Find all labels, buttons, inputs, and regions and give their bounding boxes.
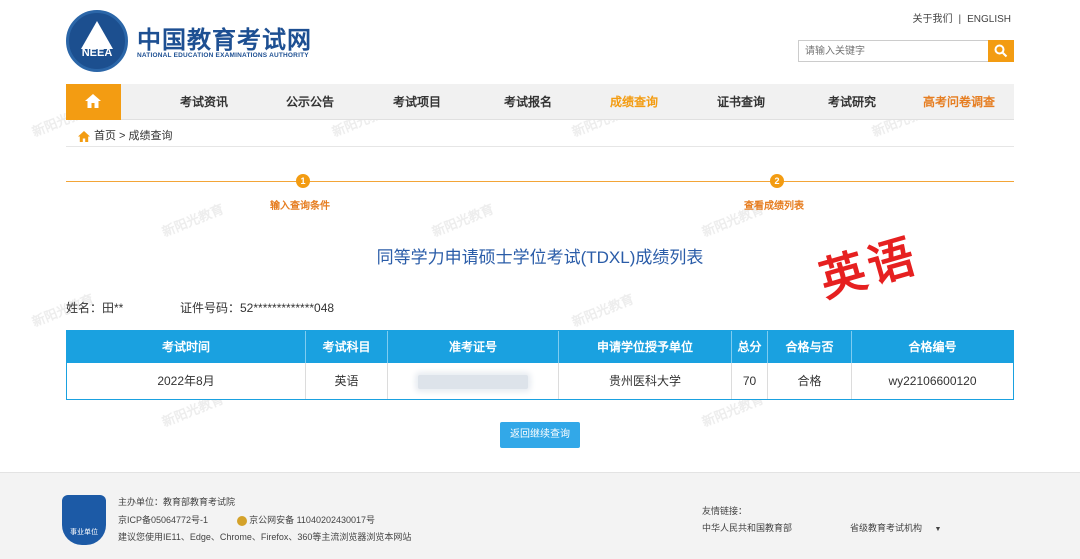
stamp-annotation: 英语 bbox=[813, 228, 925, 308]
select-label: 省级教育考试机构 bbox=[850, 523, 923, 533]
site-header: NEEA 中国教育考试网 NATIONAL EDUCATION EXAMINAT… bbox=[0, 0, 1080, 84]
provincial-agency-select[interactable]: 省级教育考试机构 ▼ bbox=[850, 521, 941, 534]
nav-home-button[interactable] bbox=[66, 84, 121, 120]
search-icon bbox=[994, 44, 1008, 58]
footer-host: 主办单位：教育部教育考试院 bbox=[118, 497, 236, 507]
header-divider bbox=[66, 146, 1014, 147]
home-icon bbox=[78, 130, 90, 142]
nav-item-exam-news[interactable]: 考试资讯 bbox=[180, 84, 228, 120]
column-header: 申请学位授予单位 bbox=[559, 331, 732, 363]
top-links-separator: | bbox=[958, 14, 962, 25]
friend-links-label: 友情链接： bbox=[702, 506, 748, 516]
police-link[interactable]: 京公网安备 11040202430017号 bbox=[249, 515, 375, 525]
site-subtitle: NATIONAL EDUCATION EXAMINATIONS AUTHORIT… bbox=[137, 52, 309, 59]
site-footer: 事业单位 主办单位：教育部教育考试院 京ICP备05064772号-1 京公网安… bbox=[0, 472, 1080, 559]
cell-exam-subject: 英语 bbox=[306, 363, 388, 399]
footer-icp-line: 京ICP备05064772号-1 京公网安备 11040202430017号 bbox=[118, 513, 375, 526]
step-label-1: 输入查询条件 bbox=[270, 201, 330, 212]
watermark-text: 新阳光教育 bbox=[569, 291, 636, 330]
step-number-2: 2 bbox=[770, 174, 784, 188]
home-icon bbox=[85, 94, 101, 108]
nav-item-exam-registration[interactable]: 考试报名 bbox=[504, 84, 552, 120]
search-button[interactable] bbox=[988, 40, 1014, 62]
step-number-1: 1 bbox=[296, 174, 310, 188]
table-header-row: 考试时间 考试科目 准考证号 申请学位授予单位 总分 合格与否 合格编号 bbox=[67, 331, 1013, 363]
column-header: 考试时间 bbox=[67, 331, 306, 363]
nav-item-certificate-query[interactable]: 证书查询 bbox=[717, 84, 765, 120]
main-nav: 考试资讯 公示公告 考试项目 考试报名 成绩查询 证书查询 考试研究 高考问卷调… bbox=[66, 84, 1014, 120]
column-header: 合格与否 bbox=[768, 331, 852, 363]
site-title[interactable]: 中国教育考试网 bbox=[137, 20, 312, 55]
footer-browser-note: 建议您使用IE11、Edge、Chrome、Firefox、360等主流浏览器浏… bbox=[118, 532, 412, 542]
watermark-text: 新阳光教育 bbox=[429, 201, 496, 240]
step-label-2: 查看成绩列表 bbox=[744, 201, 804, 212]
breadcrumb: 首页 > 成绩查询 bbox=[78, 127, 173, 143]
watermark-text: 新阳光教育 bbox=[159, 201, 226, 240]
nav-item-exam-research[interactable]: 考试研究 bbox=[828, 84, 876, 120]
cell-admission-number bbox=[388, 363, 559, 399]
cell-pass-status: 合格 bbox=[768, 363, 852, 399]
about-link[interactable]: 关于我们 bbox=[912, 14, 952, 25]
score-table: 考试时间 考试科目 准考证号 申请学位授予单位 总分 合格与否 合格编号 202… bbox=[66, 330, 1014, 400]
column-header: 准考证号 bbox=[388, 331, 559, 363]
neea-logo-icon[interactable]: NEEA bbox=[66, 10, 128, 72]
steps-progress-line bbox=[66, 181, 1014, 182]
candidate-name: 姓名：田** bbox=[66, 301, 124, 315]
column-header: 考试科目 bbox=[306, 331, 388, 363]
cell-exam-time: 2022年8月 bbox=[67, 363, 306, 399]
cell-pass-number: wy22106600120 bbox=[888, 374, 977, 388]
cell-degree-institution: 贵州医科大学 bbox=[559, 363, 732, 399]
cell-total-score: 70 bbox=[732, 363, 768, 399]
search-box bbox=[798, 40, 1014, 62]
nav-item-announcements[interactable]: 公示公告 bbox=[286, 84, 334, 120]
icp-link[interactable]: 京ICP备05064772号-1 bbox=[118, 515, 208, 525]
nav-item-exam-projects[interactable]: 考试项目 bbox=[393, 84, 441, 120]
column-header: 总分 bbox=[732, 331, 768, 363]
nav-item-score-query[interactable]: 成绩查询 bbox=[610, 84, 658, 120]
public-institution-badge-icon[interactable]: 事业单位 bbox=[62, 495, 106, 545]
logo-emblem-text: NEEA bbox=[81, 47, 113, 59]
redacted-blur bbox=[418, 374, 528, 389]
top-links: 关于我们 | ENGLISH bbox=[909, 10, 1014, 25]
police-badge-icon bbox=[237, 515, 248, 526]
friend-link-moe[interactable]: 中华人民共和国教育部 bbox=[702, 521, 792, 534]
badge-text: 事业单位 bbox=[70, 529, 98, 536]
search-input[interactable] bbox=[798, 40, 988, 62]
candidate-id: 证件号码：52*************048 bbox=[180, 301, 335, 315]
column-header: 合格编号 bbox=[908, 340, 957, 354]
back-to-query-button[interactable]: 返回继续查询 bbox=[500, 422, 580, 448]
nav-item-gaokao-survey[interactable]: 高考问卷调查 bbox=[923, 84, 995, 120]
chevron-down-icon: ▼ bbox=[934, 526, 942, 533]
english-link[interactable]: ENGLISH bbox=[967, 14, 1011, 25]
breadcrumb-text[interactable]: 首页 > 成绩查询 bbox=[94, 130, 173, 142]
table-row: 2022年8月 英语 贵州医科大学 70 合格 wy22106600120 bbox=[67, 363, 1013, 399]
